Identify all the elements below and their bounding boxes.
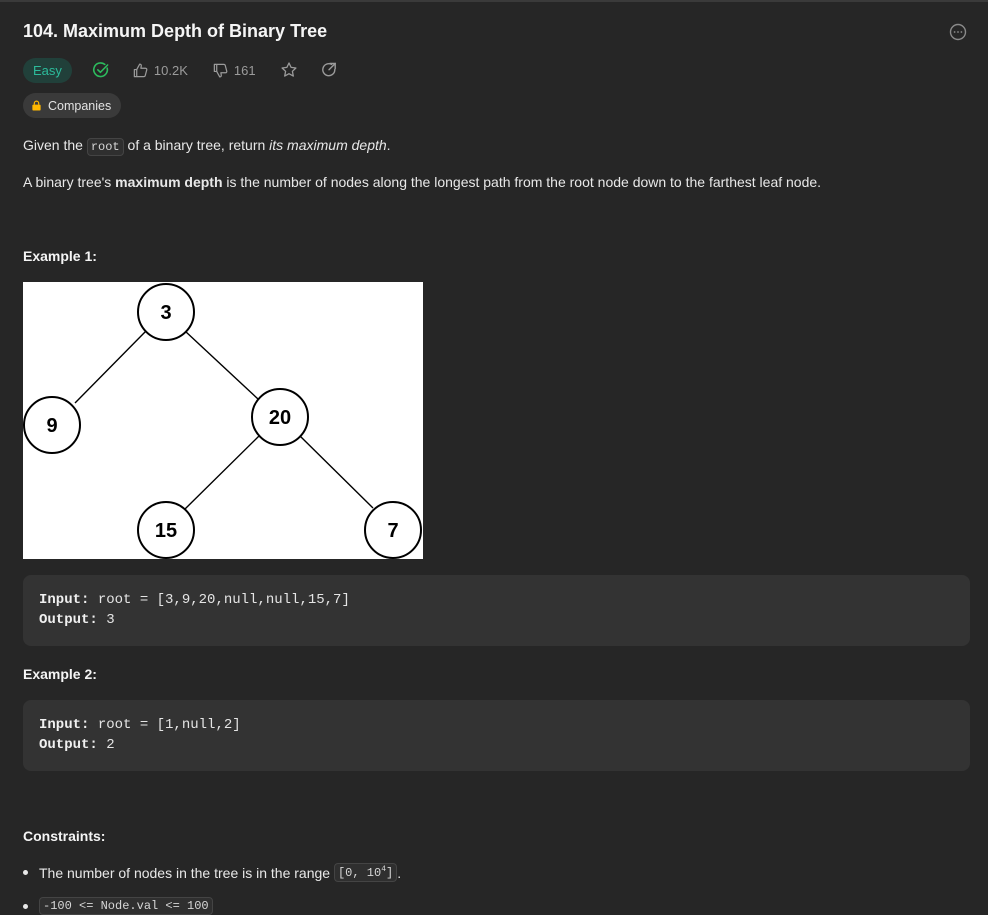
tree-node-label: 20 <box>269 407 291 429</box>
constraint-item: The number of nodes in the tree is in th… <box>23 863 401 882</box>
example-2-output: Output: 2 <box>39 737 115 753</box>
example-1-box: Input: root = [3,9,20,null,null,15,7] Ou… <box>23 575 970 646</box>
tree-node-label: 9 <box>46 415 57 437</box>
tree-node-label: 7 <box>387 520 398 542</box>
tree-node-label: 3 <box>160 302 171 324</box>
thumbs-up-icon <box>133 62 148 77</box>
inline-code-node-val: -100 <= Node.val <= 100 <box>39 897 213 915</box>
example-2-heading: Example 2: <box>23 666 97 682</box>
bullet-dot <box>23 903 28 909</box>
example-1-input: Input: root = [3,9,20,null,null,15,7] <box>39 592 350 608</box>
description-paragraph-2: A binary tree's maximum depth is the num… <box>23 174 822 190</box>
like-button[interactable]: 10.2K <box>132 62 188 79</box>
thumbs-down-icon <box>213 63 228 78</box>
example-1-heading: Example 1: <box>23 248 97 264</box>
example-2-input: Input: root = [1,null,2] <box>39 717 241 733</box>
constraints-heading: Constraints: <box>23 828 106 844</box>
tree-node-label: 15 <box>155 520 177 542</box>
description-paragraph-1: Given the root of a binary tree, return … <box>23 137 391 156</box>
difficulty-badge: Easy <box>23 57 72 83</box>
star-icon[interactable] <box>280 61 298 79</box>
companies-label: Companies <box>48 98 112 113</box>
more-icon[interactable] <box>949 23 967 41</box>
inline-code-range: [0, 104] <box>333 863 398 882</box>
example-1-tree-diagram: 3 9 20 15 7 <box>23 282 423 559</box>
example-1-output: Output: 3 <box>39 612 115 628</box>
like-count: 10.2K <box>153 62 188 78</box>
lock-icon <box>32 100 41 111</box>
share-icon[interactable] <box>320 61 338 79</box>
example-2-box: Input: root = [1,null,2] Output: 2 <box>23 700 970 771</box>
inline-code-root: root <box>86 138 124 156</box>
companies-button[interactable]: Companies <box>23 93 122 118</box>
problem-title: 104. Maximum Depth of Binary Tree <box>23 21 328 41</box>
dislike-button[interactable]: 161 <box>212 62 256 79</box>
constraint-item: -100 <= Node.val <= 100 <box>23 897 213 915</box>
bullet-dot <box>23 870 28 875</box>
top-border <box>0 0 988 2</box>
dislike-count: 161 <box>233 62 256 78</box>
problem-meta-bar: Easy 10.2K 161 <box>23 57 338 83</box>
solved-check-icon[interactable] <box>92 61 110 79</box>
